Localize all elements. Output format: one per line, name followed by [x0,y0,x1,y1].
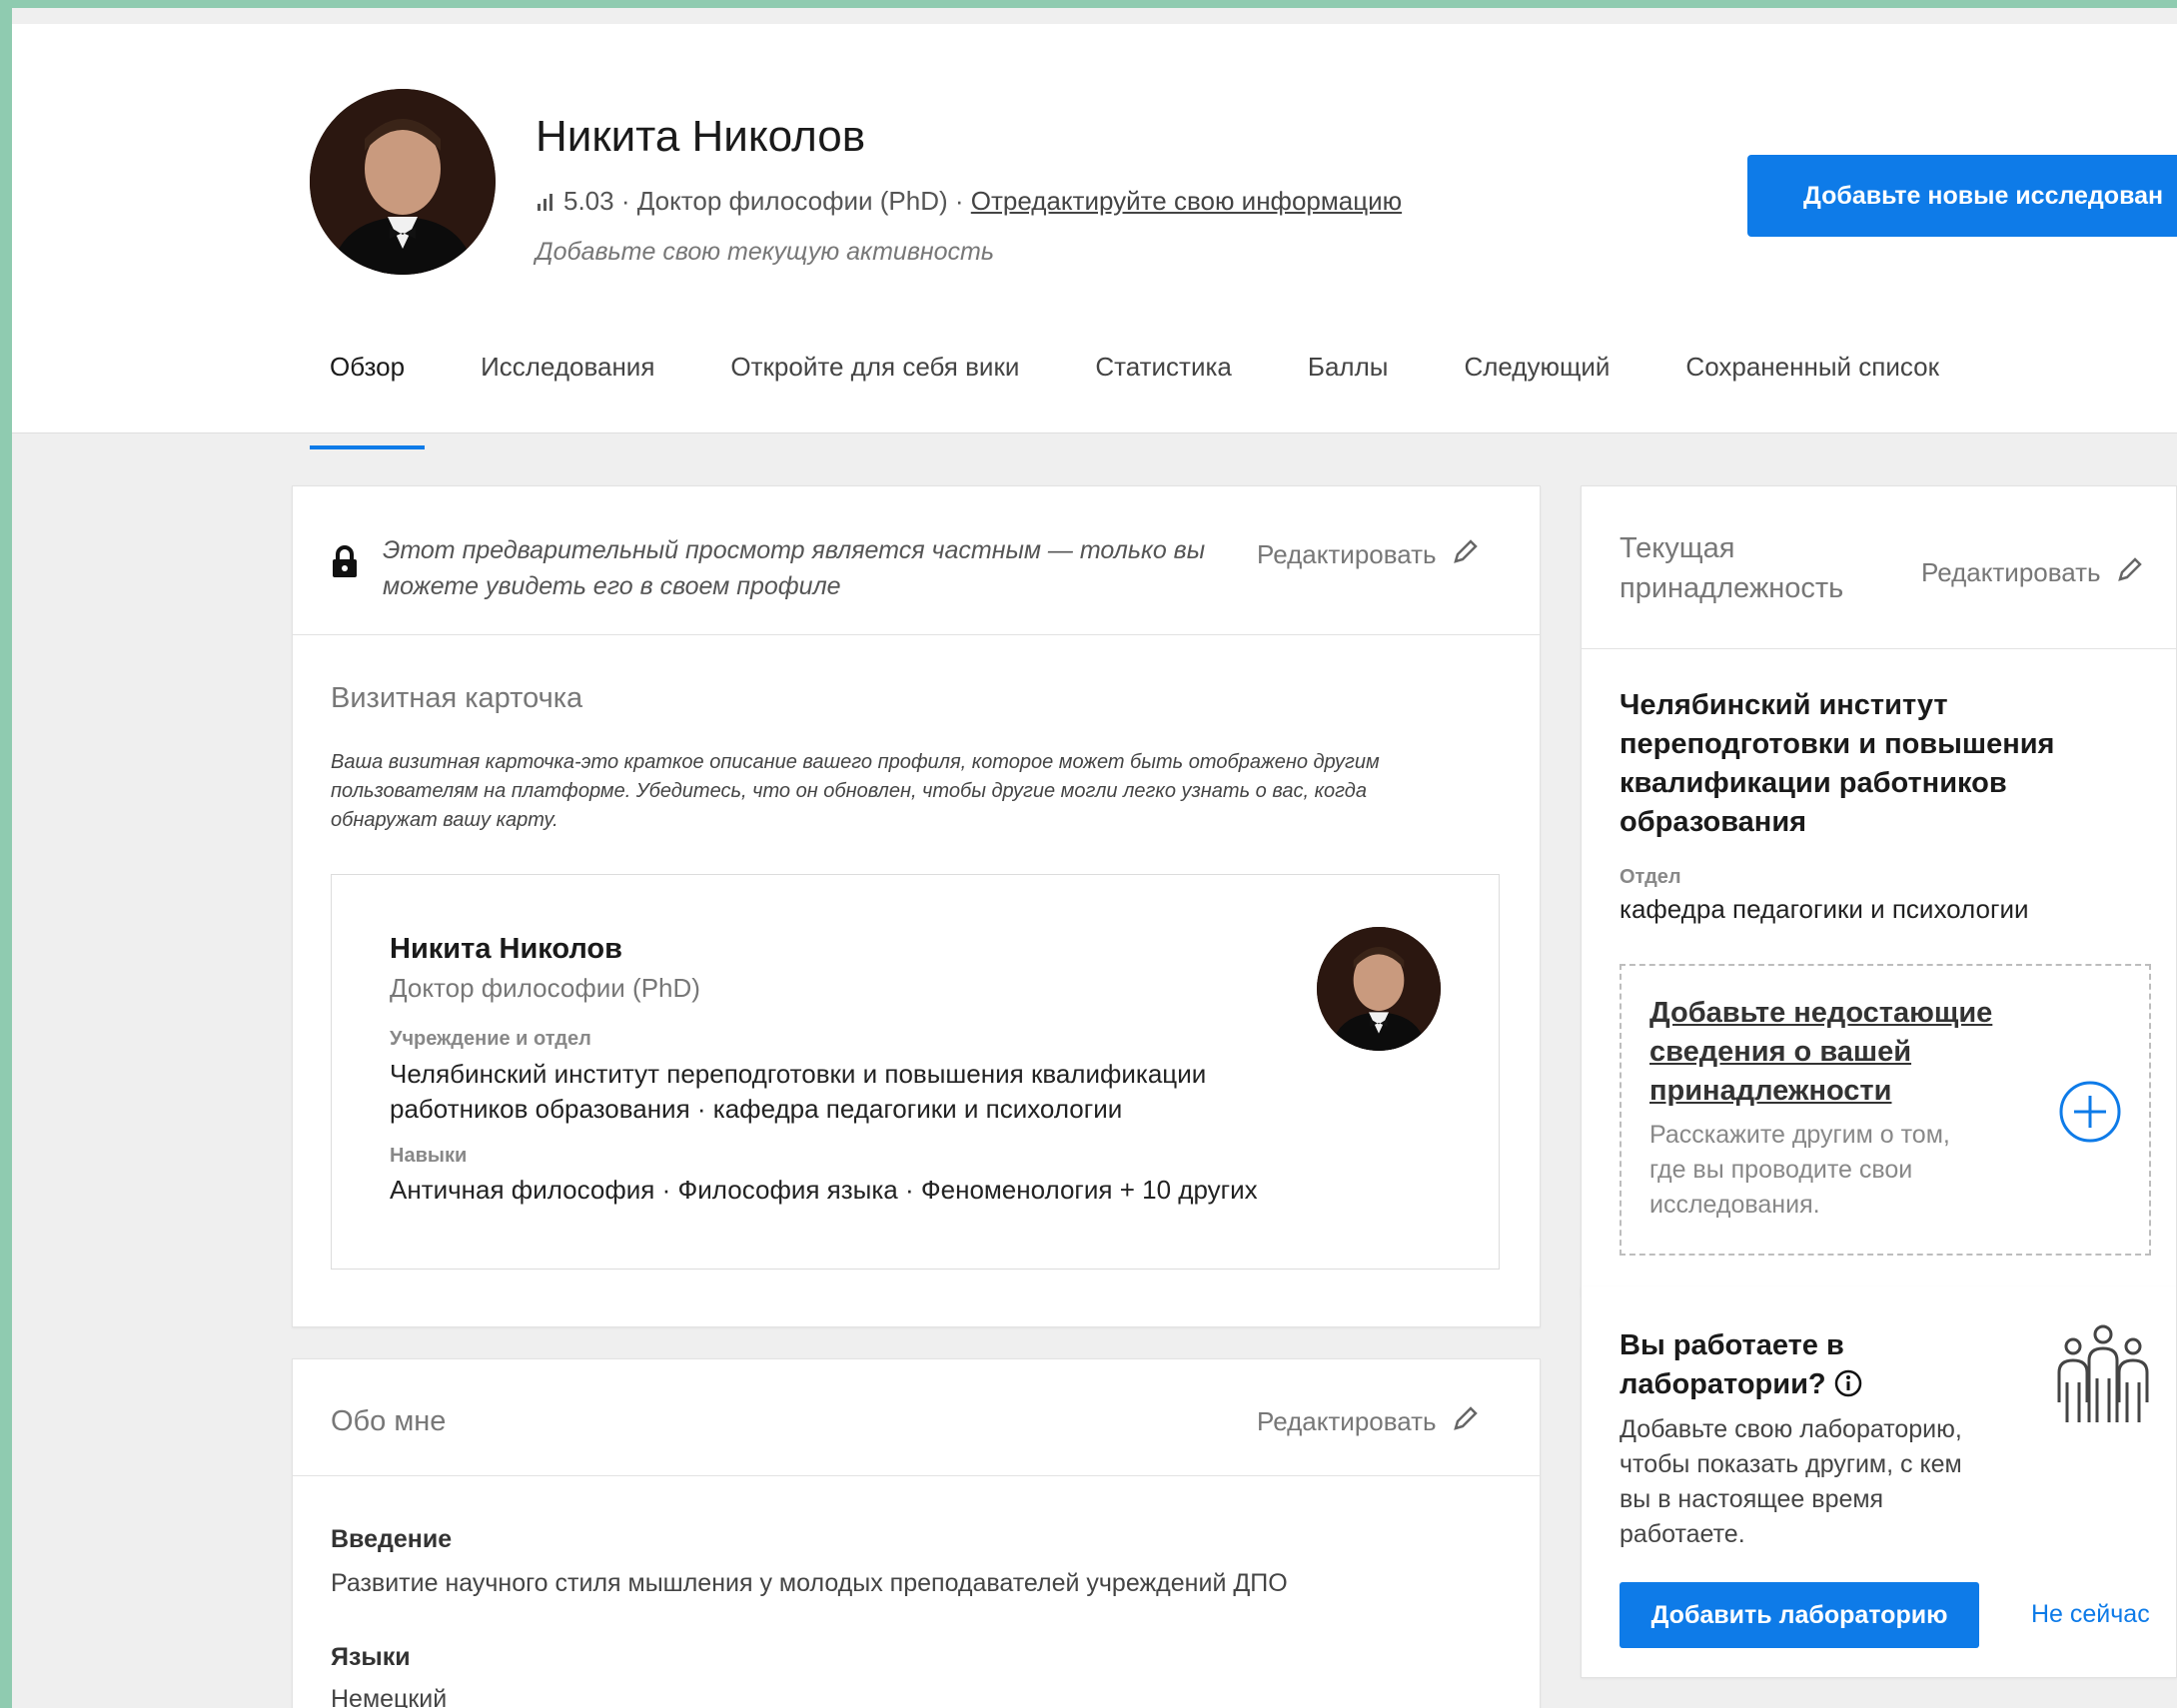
card-institution-label: Учреждение и отдел [390,1028,591,1050]
tab-following[interactable]: Следующий [1444,346,1630,449]
lab-title: Вы работаете в лаборатории? [1620,1326,1862,1408]
divider [293,634,1540,635]
profile-avatar[interactable] [310,89,496,275]
profile-name: Никита Николов [536,112,866,161]
about-title: Обо мне [331,1405,447,1437]
profile-tabs: Обзор Исследования Откройте для себя вик… [310,346,1995,449]
tab-research[interactable]: Исследования [461,346,674,449]
add-research-button[interactable]: Добавьте новые исследован [1747,155,2177,237]
pencil-icon [1451,1403,1481,1440]
languages-text: Немецкий [331,1685,448,1708]
edit-info-link[interactable]: Отредактируйте свою информацию [971,186,1402,216]
edit-preview-button[interactable]: Редактировать [1257,536,1481,573]
not-now-link[interactable]: Не сейчас [2031,1600,2150,1629]
info-icon[interactable] [1834,1369,1862,1408]
profile-score: 5.03 [563,186,614,216]
edit-affiliation-button[interactable]: Редактировать [1921,554,2145,591]
edit-about-button[interactable]: Редактировать [1257,1403,1481,1440]
business-card-description: Ваша визитная карточка-это краткое описа… [331,751,1380,831]
add-missing-affiliation[interactable]: Добавьте недостающие сведения о вашей пр… [1620,964,2151,1256]
profile-meta: 5.03 · Доктор философии (PhD) · Отредакт… [536,186,1402,219]
score-bars-icon [536,188,555,219]
card-institution: Челябинский институт переподготовки и по… [390,1059,1207,1124]
card-degree: Доктор философии (PhD) [390,973,700,1003]
activity-placeholder[interactable]: Добавьте свою текущую активность [536,238,994,267]
tab-stats[interactable]: Статистика [1075,346,1252,449]
add-lab-button[interactable]: Добавить лабораторию [1620,1582,1979,1648]
divider [1582,648,2176,649]
card-avatar [1317,927,1441,1051]
business-card-section: Этот предварительный просмотр является ч… [292,485,1541,1327]
lab-people-icon [2053,1322,2153,1437]
affiliation-title: Текущая принадлежность [1620,532,1844,604]
dept-value: кафедра педагогики и психологии [1620,894,2029,924]
tab-score[interactable]: Баллы [1288,346,1409,449]
card-name: Никита Николов [390,933,622,965]
profile-degree: Доктор философии (PhD) [636,186,948,216]
lock-icon [331,544,359,583]
private-notice-text: Этот предварительный просмотр является ч… [383,536,1206,600]
add-missing-desc: Расскажите другим о том, где вы проводит… [1649,1121,1950,1219]
lab-description: Добавьте свою лабораторию, чтобы показат… [1620,1415,1962,1548]
intro-label: Введение [331,1525,453,1553]
divider [293,1475,1540,1476]
tab-overview[interactable]: Обзор [310,346,426,449]
tab-saved-list[interactable]: Сохраненный список [1665,346,1959,449]
tab-wiki[interactable]: Откройте для себя вики [710,346,1039,449]
languages-label: Языки [331,1643,411,1671]
card-skills: Античная философия · Философия языка · Ф… [390,1175,1258,1205]
lab-section: Вы работаете в лаборатории? Добавьте сво… [1581,1286,2177,1678]
dept-label: Отдел [1620,866,1681,888]
pencil-icon [1451,536,1481,573]
pencil-icon [2115,554,2145,591]
business-card-preview: Никита Николов Доктор философии (PhD) Уч… [331,874,1500,1270]
intro-text: Развитие научного стиля мышления у молод… [331,1569,1288,1597]
profile-header: Никита Николов 5.03 · Доктор философии (… [12,24,2177,449]
affiliation-section: Текущая принадлежность Редактировать Чел… [1581,485,2177,1296]
affiliation-org: Челябинский институт переподготовки и по… [1620,689,2055,838]
business-card-title: Визитная карточка [331,682,583,714]
add-missing-link[interactable]: Добавьте недостающие сведения о вашей пр… [1649,994,1992,1111]
about-section: Обо мне Редактировать Введение Развитие … [292,1358,1541,1708]
add-circle-icon[interactable] [2058,1080,2122,1149]
card-skills-label: Навыки [390,1145,468,1167]
page-frame: Никита Николов 5.03 · Доктор философии (… [12,8,2177,1708]
